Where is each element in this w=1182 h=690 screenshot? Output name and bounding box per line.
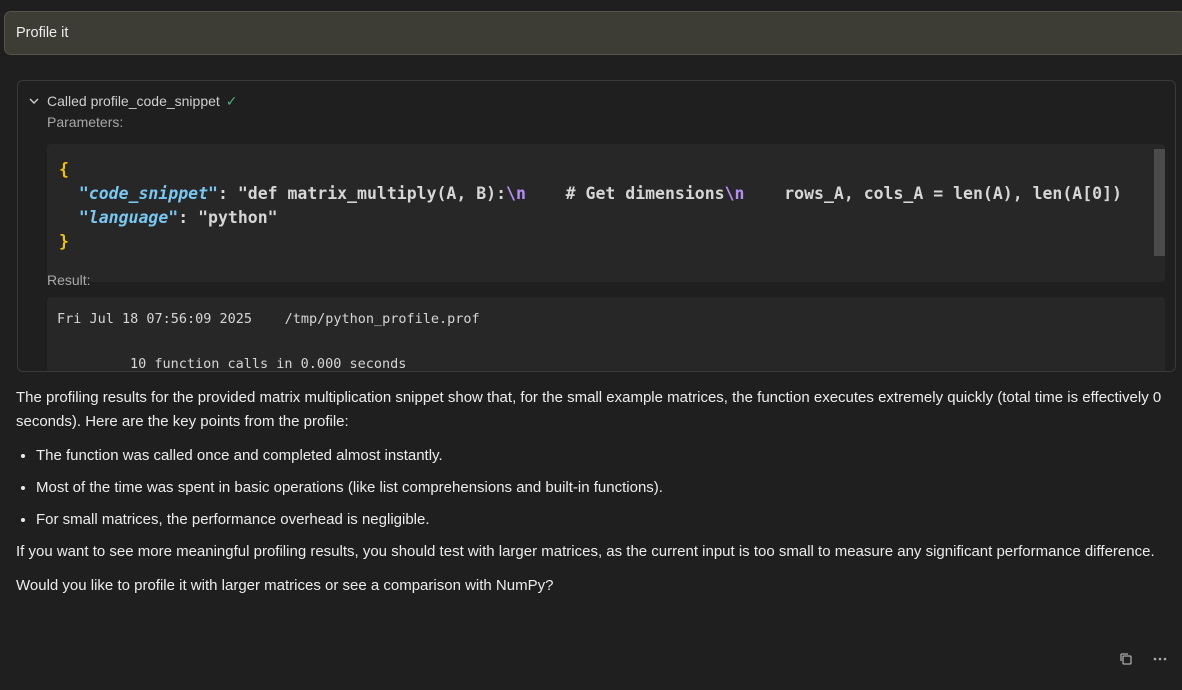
parameters-label: Parameters:	[47, 114, 124, 130]
assistant-message: The profiling results for the provided m…	[16, 386, 1178, 608]
chevron-down-icon[interactable]	[27, 94, 41, 108]
copy-icon[interactable]	[1118, 651, 1134, 667]
parameters-code-block: { "code_snippet": "def matrix_multiply(A…	[47, 144, 1165, 282]
check-icon: ✓	[225, 92, 238, 109]
user-message-text: Profile it	[16, 25, 69, 41]
escape-newline-2: \n	[724, 184, 745, 203]
list-item: The function was called once and complet…	[36, 444, 1178, 468]
tool-call-title: Called profile_code_snippet	[47, 93, 220, 109]
list-item: Most of the time was spent in basic oper…	[36, 476, 1178, 500]
assistant-paragraph-2: If you want to see more meaningful profi…	[16, 543, 1155, 560]
result-line-1: Fri Jul 18 07:56:09 2025 /tmp/python_pro…	[57, 311, 480, 327]
assistant-paragraph-3: Would you like to profile it with larger…	[16, 577, 554, 594]
code-snippet-value-b: # Get dimensions	[525, 184, 725, 203]
list-item: For small matrices, the performance over…	[36, 508, 1178, 532]
language-value: : "python"	[178, 208, 278, 227]
result-line-2: 10 function calls in 0.000 seconds	[130, 356, 407, 372]
assistant-intro: The profiling results for the provided m…	[16, 389, 1162, 430]
more-icon[interactable]	[1152, 651, 1168, 667]
vertical-scrollbar[interactable]	[1154, 149, 1165, 256]
open-brace: {	[59, 160, 69, 179]
code-snippet-value-a: : "def matrix_multiply(A, B):	[217, 184, 507, 203]
escape-newline-1: \n	[506, 184, 526, 203]
close-brace: }	[59, 232, 69, 251]
message-actions	[1118, 651, 1168, 667]
user-message: Profile it	[4, 11, 1182, 55]
tool-call-card: Called profile_code_snippet ✓ Parameters…	[17, 80, 1176, 372]
language-key: "language"	[78, 208, 179, 227]
result-label: Result:	[47, 272, 91, 288]
code-snippet-value-c: rows_A, cols_A = len(A), len(A[0])	[744, 184, 1122, 203]
assistant-bullet-list: The function was called once and complet…	[16, 444, 1178, 532]
result-code-block: Fri Jul 18 07:56:09 2025 /tmp/python_pro…	[47, 297, 1165, 372]
tool-call-body: Parameters: { "code_snippet": "def matri…	[19, 114, 1174, 372]
code-snippet-key: "code_snippet"	[78, 184, 218, 203]
